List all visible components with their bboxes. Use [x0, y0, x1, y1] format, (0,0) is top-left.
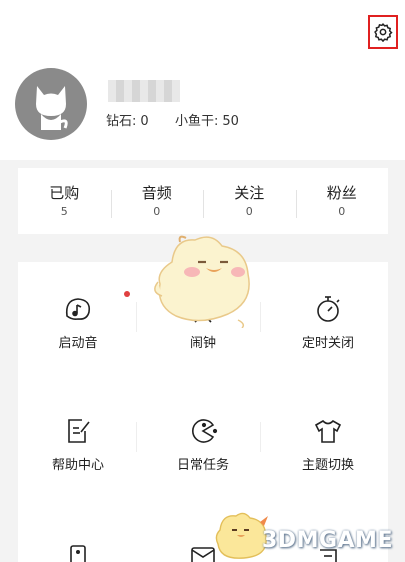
menu-help-center[interactable]: 帮助中心	[18, 416, 138, 526]
diamond-label: 钻石:	[106, 114, 137, 129]
stat-following[interactable]: 关注 0	[203, 182, 296, 220]
menu-label: 启动音	[58, 336, 98, 351]
cat-avatar-icon	[36, 86, 68, 130]
username-blurred	[108, 80, 180, 102]
stat-value: 0	[338, 205, 346, 218]
menu-startup-sound[interactable]: 启动音	[18, 294, 138, 404]
mascot-chick-image	[154, 235, 250, 328]
stat-label: 关注	[234, 184, 265, 202]
fish-value: 50	[222, 114, 239, 129]
menu-label: 帮助中心	[51, 458, 104, 473]
tshirt-icon	[314, 420, 342, 443]
menu-label: 日常任务	[176, 458, 229, 473]
stat-value: 0	[245, 205, 253, 218]
stat-followers[interactable]: 粉丝 0	[295, 182, 389, 220]
stat-label: 音频	[141, 184, 172, 202]
stat-purchased[interactable]: 已购 5	[18, 182, 111, 220]
menu-label: 主题切换	[301, 458, 354, 473]
music-note-icon	[65, 298, 91, 320]
menu-sleep-timer[interactable]: 定时关闭	[268, 294, 388, 404]
stat-label: 粉丝	[326, 184, 357, 202]
profile-header: 钻石: 0 小鱼干: 50	[0, 0, 405, 160]
stat-label: 已购	[49, 184, 80, 202]
pacman-icon	[192, 419, 218, 443]
help-note-icon	[68, 419, 90, 443]
menu-label: 闹钟	[189, 336, 216, 351]
avatar[interactable]	[15, 68, 87, 140]
gear-icon	[374, 22, 393, 42]
settings-button[interactable]	[368, 15, 398, 49]
notification-dot	[124, 291, 130, 297]
diamond-value: 0	[140, 114, 149, 129]
stat-value: 0	[153, 205, 161, 218]
watermark-3dmgame: 3DMGAME	[262, 528, 393, 553]
menu-label: 定时关闭	[301, 336, 354, 351]
menu-theme-switch[interactable]: 主题切换	[268, 416, 388, 526]
stopwatch-icon	[317, 296, 340, 322]
phone-icon[interactable]	[66, 544, 90, 562]
stats-bar: 已购 5 音频 0 关注 0 粉丝 0	[18, 168, 388, 234]
stat-value: 5	[60, 205, 68, 218]
wallet-stats: 钻石: 0 小鱼干: 50	[106, 110, 243, 129]
stat-audio[interactable]: 音频 0	[110, 182, 204, 220]
fish-label: 小鱼干:	[174, 114, 219, 129]
